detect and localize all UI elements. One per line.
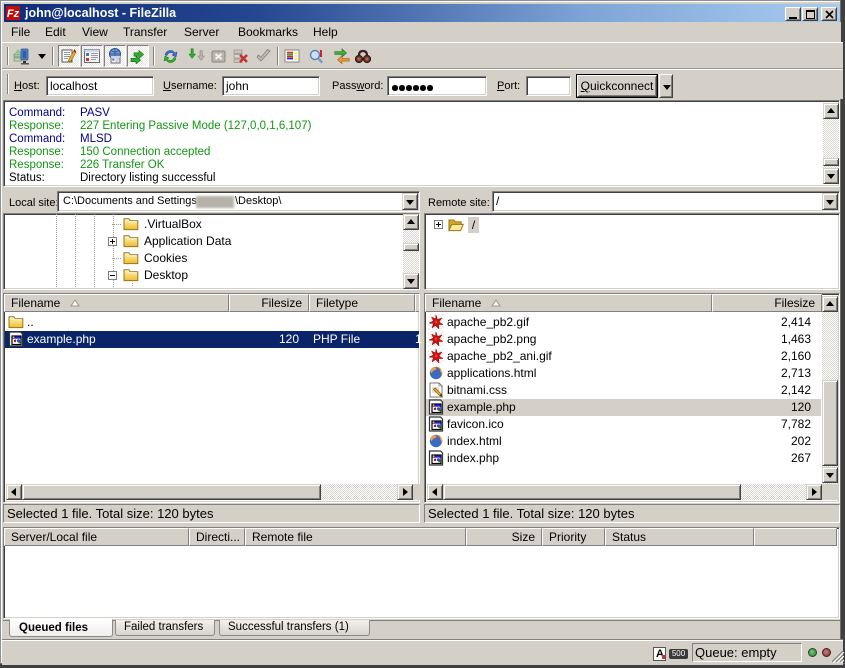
svg-text:Fz: Fz	[7, 8, 20, 20]
